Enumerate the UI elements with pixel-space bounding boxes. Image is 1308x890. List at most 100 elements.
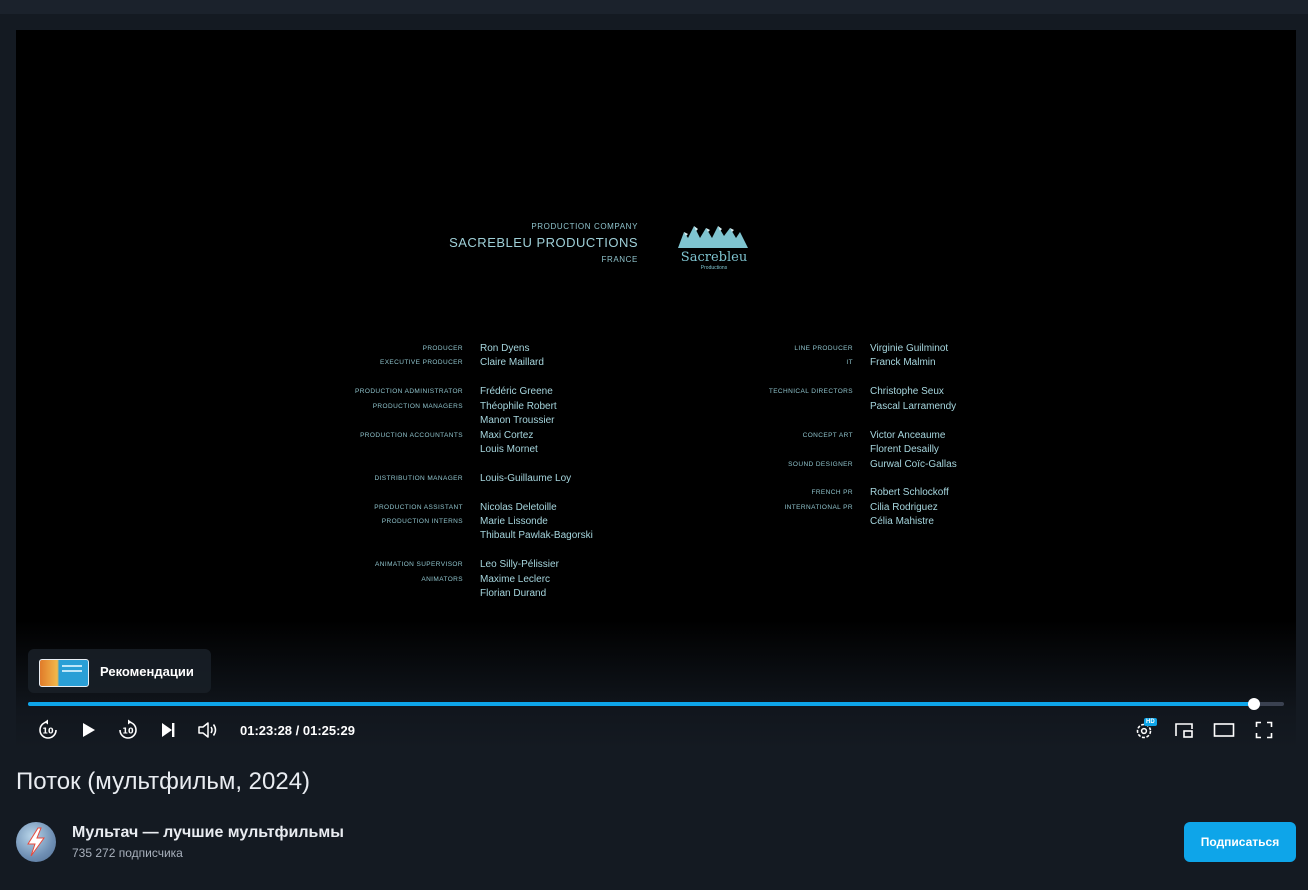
credit-role: INTERNATIONAL PR	[784, 504, 853, 511]
credit-row: SOUND DESIGNER Gurwal Coïc-Gallas	[788, 458, 1133, 472]
credit-role: PRODUCTION MANAGERS	[372, 403, 463, 410]
play-button[interactable]	[74, 716, 102, 744]
progress-bar[interactable]	[28, 698, 1284, 710]
credit-role: PRODUCER	[422, 345, 463, 352]
credit-name: Cilia Rodriguez	[870, 502, 938, 513]
credit-row: LINE PRODUCER Virginie Guilminot	[794, 342, 1133, 356]
credit-role: PRODUCTION ACCOUNTANTS	[360, 432, 463, 439]
credit-name: Christophe Seux	[870, 386, 944, 397]
credit-row: IT Franck Malmin	[833, 356, 1133, 370]
quality-settings-button[interactable]: HD	[1130, 716, 1158, 744]
credit-name: Claire Maillard	[480, 357, 544, 368]
credit-name: Maxi Cortez	[480, 430, 534, 441]
credit-row: Pascal Larramendy	[833, 400, 1133, 414]
credit-name: Célia Mahistre	[870, 516, 934, 527]
play-icon	[83, 723, 95, 737]
production-company-block: PRODUCTION COMPANY SACREBLEU PRODUCTIONS…	[396, 222, 638, 264]
mountain-logo-icon	[678, 226, 748, 248]
credit-role: TECHNICAL DIRECTORS	[768, 388, 853, 395]
credit-row: Manon Troussier	[443, 414, 743, 428]
lightning-avatar-icon	[27, 827, 45, 857]
company-caption: PRODUCTION COMPANY	[531, 222, 638, 231]
credit-row: ANIMATORS Maxime Leclerc	[421, 573, 743, 587]
credit-name: Thibault Pawlak-Bagorski	[480, 530, 593, 541]
credit-name: Louis-Guillaume Loy	[480, 473, 572, 484]
credit-name: Nicolas Deletoille	[480, 502, 557, 513]
credit-name: Victor Anceaume	[870, 430, 946, 441]
skip-next-icon	[162, 723, 175, 737]
credit-row: ANIMATION SUPERVISOR Leo Silly-Pélissier	[375, 558, 743, 572]
credit-name: Franck Malmin	[870, 357, 936, 368]
credit-name: Florian Durand	[480, 588, 547, 599]
credit-name: Ron Dyens	[480, 343, 530, 354]
credits-frame: PRODUCTION COMPANY SACREBLEU PRODUCTIONS…	[16, 30, 1296, 650]
credit-role: ANIMATORS	[421, 576, 463, 583]
company-country: FRANCE	[601, 255, 638, 264]
credit-row: INTERNATIONAL PR Cilia Rodriguez	[784, 501, 1133, 515]
channel-avatar[interactable]	[16, 822, 56, 862]
subscribe-button[interactable]: Подписаться	[1184, 822, 1296, 862]
hd-badge: HD	[1144, 718, 1157, 726]
theater-mode-icon	[1213, 723, 1235, 737]
credit-row: Florian Durand	[443, 587, 743, 601]
credit-name: Frédéric Greene	[480, 386, 553, 397]
recommendations-button[interactable]: Рекомендации	[28, 649, 211, 693]
credit-row: FRENCH PR Robert Schlockoff	[811, 486, 1133, 500]
video-player[interactable]: PRODUCTION COMPANY SACREBLEU PRODUCTIONS…	[16, 30, 1296, 750]
credit-row: PRODUCTION INTERNS Marie Lissonde	[382, 515, 743, 529]
duration: 01:25:29	[302, 723, 355, 738]
credit-row: Célia Mahistre	[833, 515, 1133, 529]
fullscreen-button[interactable]	[1250, 716, 1278, 744]
credit-name: Virginie Guilminot	[870, 343, 949, 354]
sacrebleu-logo: Sacrebleu Productions	[674, 220, 754, 272]
recommendations-label: Рекомендации	[100, 664, 194, 679]
svg-text:10: 10	[122, 727, 134, 736]
credit-name: Florent Desailly	[870, 444, 939, 455]
credit-row: CONCEPT ART Victor Anceaume	[803, 429, 1133, 443]
credit-name: Théophile Robert	[480, 401, 557, 412]
credit-name: Louis Mornet	[480, 444, 538, 455]
logo-wordmark: Sacrebleu	[680, 250, 748, 265]
miniplayer-button[interactable]	[1170, 716, 1198, 744]
credit-role: EXECUTIVE PRODUCER	[379, 359, 463, 366]
top-bar	[0, 0, 1308, 14]
next-button[interactable]	[154, 716, 182, 744]
progress-handle[interactable]	[1247, 698, 1260, 710]
video-title: Поток (мультфильм, 2024)	[16, 768, 311, 795]
volume-button[interactable]	[194, 716, 222, 744]
progress-fill	[28, 702, 1254, 706]
credit-row: PRODUCTION MANAGERS Théophile Robert	[373, 400, 743, 414]
credit-row: Florent Desailly	[833, 443, 1133, 457]
rewind-10-button[interactable]: 10	[34, 716, 62, 744]
theater-mode-button[interactable]	[1210, 716, 1238, 744]
picture-in-picture-icon	[1175, 723, 1193, 738]
credit-name: Marie Lissonde	[480, 516, 548, 527]
credit-row: Louis Mornet	[443, 443, 743, 457]
credit-row: Thibault Pawlak-Bagorski	[443, 529, 743, 543]
credit-role: DISTRIBUTION MANAGER	[374, 475, 463, 482]
credit-role: PRODUCTION ASSISTANT	[374, 504, 463, 511]
credit-row: TECHNICAL DIRECTORS Christophe Seux	[769, 385, 1133, 399]
credit-role: IT	[846, 359, 853, 366]
credit-role: LINE PRODUCER	[794, 345, 853, 352]
time-separator: /	[292, 723, 303, 738]
current-time: 01:23:28	[240, 723, 293, 738]
credit-role: PRODUCTION INTERNS	[381, 518, 463, 525]
credit-name: Manon Troussier	[480, 415, 555, 426]
volume-icon	[198, 722, 217, 738]
credit-name: Gurwal Coïc-Gallas	[870, 459, 957, 470]
credit-row: DISTRIBUTION MANAGER Louis-Guillaume Loy	[374, 472, 743, 486]
credit-role: FRENCH PR	[811, 489, 853, 496]
subscriber-count: 735 272 подписчика	[72, 846, 183, 860]
channel-name[interactable]: Мультач — лучшие мультфильмы	[72, 824, 344, 842]
credit-role: SOUND DESIGNER	[788, 461, 853, 468]
recommendation-thumbnail	[39, 659, 89, 687]
forward-10-button[interactable]: 10	[114, 716, 142, 744]
credit-role: PRODUCTION ADMINISTRATOR	[355, 388, 463, 395]
rewind-10-icon: 10	[39, 719, 57, 739]
credit-name: Maxime Leclerc	[480, 574, 551, 585]
fullscreen-icon	[1255, 721, 1273, 739]
svg-text:10: 10	[42, 727, 54, 736]
credit-role: ANIMATION SUPERVISOR	[375, 561, 463, 568]
company-name: SACREBLEU PRODUCTIONS	[449, 235, 638, 250]
